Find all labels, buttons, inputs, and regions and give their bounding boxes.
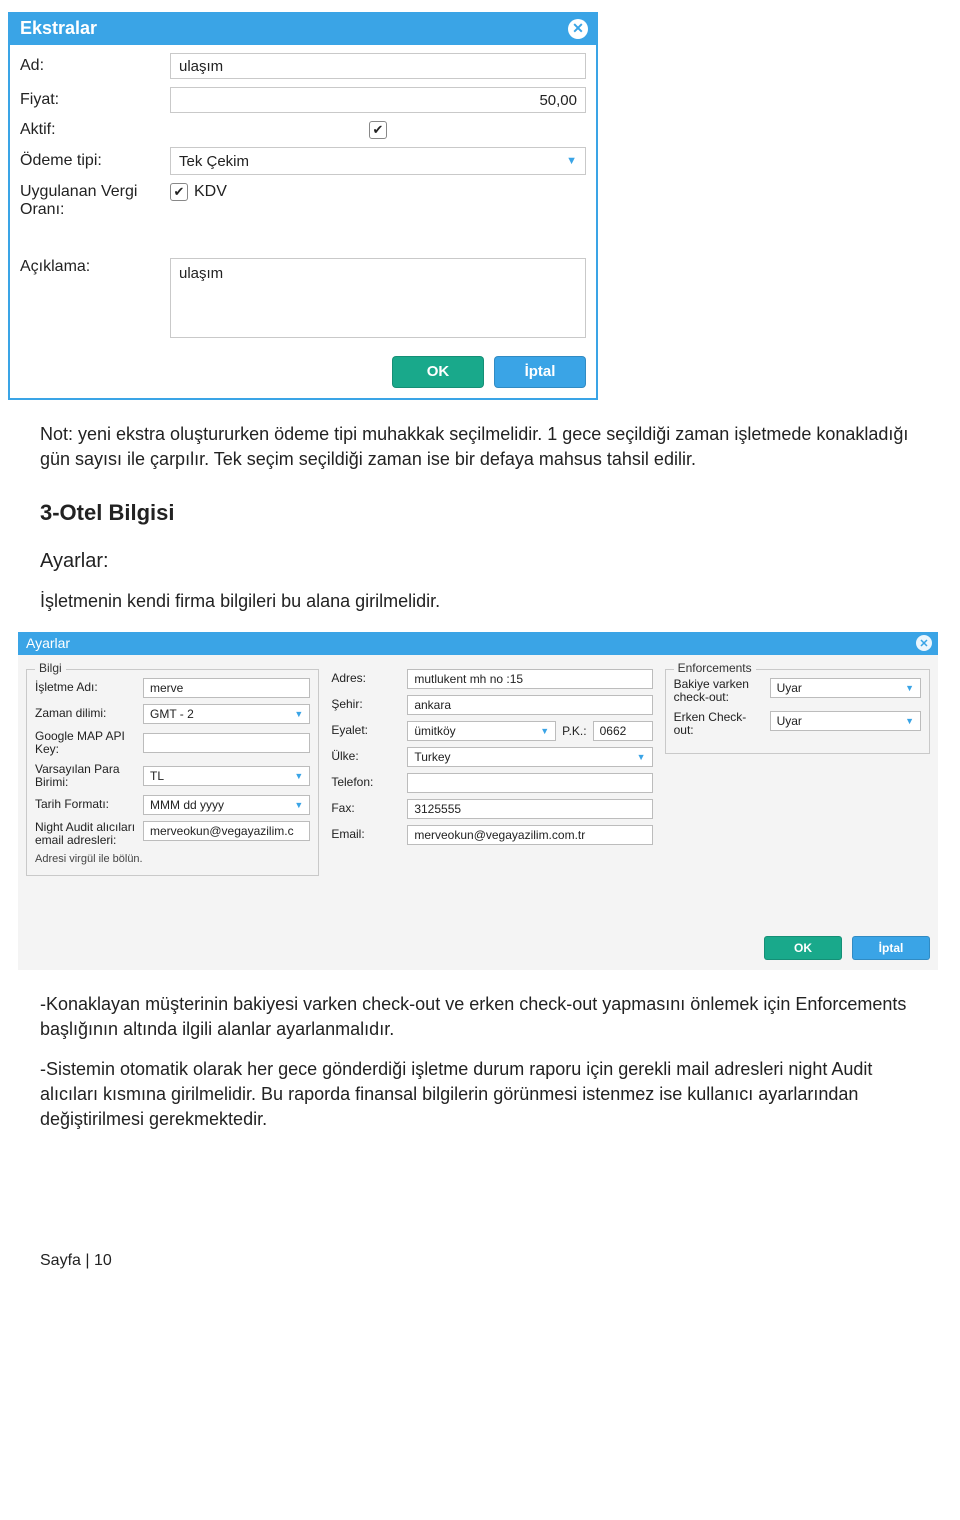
label-kdv: KDV [194,183,227,201]
fieldset-enforcements: Enforcements Bakiye varken check-out: Uy… [665,669,930,754]
label-fax: Fax: [331,802,401,816]
input-fax[interactable]: 3125555 [407,799,652,819]
combo-zaman-dilimi[interactable]: GMT - 2 ▼ [143,704,310,724]
combo-odeme-tipi[interactable]: Tek Çekim ▼ [170,147,586,175]
ekstralar-dialog: Ekstralar ✕ Ad: ulaşım Fiyat: 50,00 Akti… [8,12,598,400]
page-footer: Sayfa | 10 [40,1252,960,1270]
ekstralar-title: Ekstralar [20,18,97,39]
label-night-audit: Night Audit alıcıları email adresleri: [35,821,137,847]
ayarlar-titlebar: Ayarlar ✕ [18,632,938,655]
input-sehir[interactable]: ankara [407,695,652,715]
input-telefon[interactable] [407,773,652,793]
label-isletme-adi: İşletme Adı: [35,681,137,695]
input-google-api[interactable] [143,733,310,753]
checkbox-aktif[interactable]: ✔ [369,121,387,139]
cancel-button[interactable]: İptal [494,356,586,388]
input-fiyat[interactable]: 50,00 [170,87,586,113]
legend-enforcements: Enforcements [674,661,756,675]
label-erken-checkout: Erken Check-out: [674,711,764,737]
fieldset-bilgi: Bilgi İşletme Adı: merve Zaman dilimi: G… [26,669,319,876]
chevron-down-icon: ▼ [294,800,303,810]
doc-note: Not: yeni ekstra oluştururken ödeme tipi… [40,422,920,472]
ekstralar-titlebar: Ekstralar ✕ [10,14,596,45]
chevron-down-icon: ▼ [540,726,549,736]
ekstralar-body: Ad: ulaşım Fiyat: 50,00 Aktif: ✔ Ödeme t… [10,45,596,398]
label-aciklama: Açıklama: [20,258,170,276]
label-aktif: Aktif: [20,121,170,139]
label-odeme-tipi: Ödeme tipi: [20,152,170,170]
label-sehir: Şehir: [331,698,401,712]
doc-subheading: Ayarlar: [40,547,920,575]
label-fiyat: Fiyat: [20,91,170,109]
doc-paragraph-1: İşletmenin kendi firma bilgileri bu alan… [40,589,920,614]
label-eyalet: Eyalet: [331,724,401,738]
combo-tarih-format[interactable]: MMM dd yyyy ▼ [143,795,310,815]
input-email[interactable]: merveokun@vegayazilim.com.tr [407,825,652,845]
label-bakiye-checkout: Bakiye varken check-out: [674,678,764,704]
cancel-button[interactable]: İptal [852,936,930,960]
label-ad: Ad: [20,57,170,75]
label-ulke: Ülke: [331,750,401,764]
combo-bakiye-checkout[interactable]: Uyar ▼ [770,678,921,698]
input-adres[interactable]: mutlukent mh no :15 [407,669,652,689]
label-google-api: Google MAP API Key: [35,730,137,756]
combo-ulke[interactable]: Turkey ▼ [407,747,652,767]
combo-eyalet[interactable]: ümitköy ▼ [407,721,556,741]
legend-bilgi: Bilgi [35,661,66,675]
label-para-birimi: Varsayılan Para Birimi: [35,763,137,789]
doc-paragraph-3: -Sistemin otomatik olarak her gece gönde… [40,1057,920,1133]
textarea-aciklama[interactable]: ulaşım [170,258,586,338]
chevron-down-icon: ▼ [637,752,646,762]
input-ad[interactable]: ulaşım [170,53,586,79]
doc-heading: 3-Otel Bilgisi [40,498,920,529]
ayarlar-dialog: Ayarlar ✕ Bilgi İşletme Adı: merve Zaman… [18,632,938,970]
label-adres: Adres: [331,672,401,686]
doc-paragraph-2: -Konaklayan müşterinin bakiyesi varken c… [40,992,920,1042]
label-vergi: Uygulanan Vergi Oranı: [20,183,170,220]
close-icon[interactable]: ✕ [568,19,588,39]
label-telefon: Telefon: [331,776,401,790]
note-adres-virgul: Adresi virgül ile bölün. [35,853,310,865]
chevron-down-icon: ▼ [905,716,914,726]
chevron-down-icon: ▼ [294,771,303,781]
chevron-down-icon: ▼ [566,155,577,167]
label-pk: P.K.: [562,724,586,738]
input-night-audit[interactable]: merveokun@vegayazilim.c [143,821,310,841]
input-isletme-adi[interactable]: merve [143,678,310,698]
ok-button[interactable]: OK [392,356,484,388]
label-tarih-format: Tarih Formatı: [35,798,137,812]
chevron-down-icon: ▼ [294,709,303,719]
input-pk[interactable]: 0662 [593,721,653,741]
combo-para-birimi[interactable]: TL ▼ [143,766,310,786]
ayarlar-title: Ayarlar [26,635,70,651]
close-icon[interactable]: ✕ [916,635,932,651]
label-zaman-dilimi: Zaman dilimi: [35,707,137,721]
label-email: Email: [331,828,401,842]
checkbox-kdv[interactable]: ✔ [170,183,188,201]
ok-button[interactable]: OK [764,936,842,960]
combo-erken-checkout[interactable]: Uyar ▼ [770,711,921,731]
chevron-down-icon: ▼ [905,683,914,693]
